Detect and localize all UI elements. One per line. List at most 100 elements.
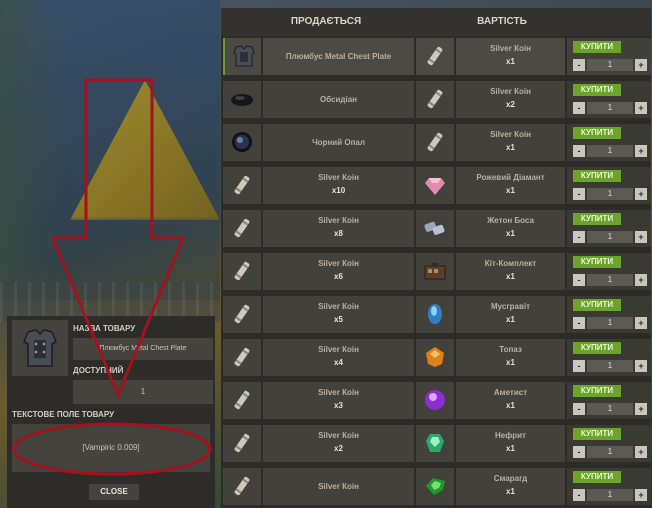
decrease-button[interactable]: - bbox=[573, 489, 585, 501]
purchase-controls: КУПИТИ -1 + bbox=[567, 81, 651, 118]
increase-button[interactable]: + bbox=[635, 59, 647, 71]
decrease-button[interactable]: - bbox=[573, 102, 585, 114]
buy-button[interactable]: КУПИТИ bbox=[573, 428, 621, 440]
store-header: ПРОДАЄТЬСЯ ВАРТІСТЬ bbox=[221, 8, 651, 36]
price-item-name: Рожевий Діамант bbox=[476, 173, 545, 182]
sell-item-cell: Чорний Опал bbox=[263, 124, 414, 161]
silver-coin-icon bbox=[423, 44, 447, 68]
sell-icon-cell bbox=[223, 339, 261, 376]
increase-button[interactable]: + bbox=[635, 360, 647, 372]
increase-button[interactable]: + bbox=[635, 446, 647, 458]
sell-item-cell: Silver Коін x5 bbox=[263, 296, 414, 333]
purchase-controls: КУПИТИ -1 + bbox=[567, 468, 651, 505]
sell-item-name: Silver Коін bbox=[318, 302, 359, 311]
available-field[interactable]: 1 bbox=[73, 380, 213, 404]
buy-button[interactable]: КУПИТИ bbox=[573, 41, 621, 53]
price-item-qty: x1 bbox=[506, 57, 515, 66]
price-icon-cell bbox=[416, 339, 454, 376]
quantity-input[interactable]: 1 bbox=[587, 102, 633, 114]
decrease-button[interactable]: - bbox=[573, 317, 585, 329]
price-item-qty: x1 bbox=[506, 272, 515, 281]
price-item-cell: Нефрит x1 bbox=[456, 425, 565, 462]
sell-item-cell: Silver Коін x3 bbox=[263, 382, 414, 419]
sell-icon-cell bbox=[223, 81, 261, 118]
store-row: Silver Коін x3 Аметист x1 КУПИТИ -1 + bbox=[223, 382, 651, 422]
purchase-controls: КУПИТИ -1 + bbox=[567, 425, 651, 462]
available-label: ДОСТУПНИЙ bbox=[73, 366, 124, 375]
sell-item-cell: Silver Коін bbox=[263, 468, 414, 505]
decrease-button[interactable]: - bbox=[573, 231, 585, 243]
price-item-name: Кіт-Комплект bbox=[484, 259, 537, 268]
price-icon-cell bbox=[416, 38, 454, 75]
increase-button[interactable]: + bbox=[635, 403, 647, 415]
silver-coin-icon bbox=[230, 259, 254, 283]
quantity-input[interactable]: 1 bbox=[587, 446, 633, 458]
close-button[interactable]: CLOSE bbox=[89, 484, 139, 500]
decrease-button[interactable]: - bbox=[573, 145, 585, 157]
sell-item-qty: x4 bbox=[334, 358, 343, 367]
quantity-input[interactable]: 1 bbox=[587, 145, 633, 157]
sell-icon-cell bbox=[223, 468, 261, 505]
sell-item-qty: x10 bbox=[331, 186, 346, 195]
sell-item-qty: x6 bbox=[334, 272, 343, 281]
quantity-input[interactable]: 1 bbox=[587, 188, 633, 200]
price-item-cell: Silver Коін x1 bbox=[456, 124, 565, 161]
buy-button[interactable]: КУПИТИ bbox=[573, 342, 621, 354]
price-item-qty: x1 bbox=[506, 358, 515, 367]
price-item-qty: x1 bbox=[506, 143, 515, 152]
buy-button[interactable]: КУПИТИ bbox=[573, 471, 621, 483]
chest-plate-icon bbox=[23, 329, 57, 367]
store-row: Silver Коін x4 Топаз x1 КУПИТИ -1 + bbox=[223, 339, 651, 379]
quantity-input[interactable]: 1 bbox=[587, 274, 633, 286]
sell-icon-cell bbox=[223, 425, 261, 462]
price-item-cell: Смарагд x1 bbox=[456, 468, 565, 505]
buy-button[interactable]: КУПИТИ bbox=[573, 170, 621, 182]
buy-button[interactable]: КУПИТИ bbox=[573, 213, 621, 225]
buy-button[interactable]: КУПИТИ bbox=[573, 299, 621, 311]
sell-item-qty: x3 bbox=[334, 401, 343, 410]
price-item-cell: Кіт-Комплект x1 bbox=[456, 253, 565, 290]
silver-coin-icon bbox=[230, 216, 254, 240]
quantity-input[interactable]: 1 bbox=[587, 403, 633, 415]
store-row: Silver Коін x2 Нефрит x1 КУПИТИ -1 + bbox=[223, 425, 651, 465]
sell-item-cell: Silver Коін x2 bbox=[263, 425, 414, 462]
purchase-controls: КУПИТИ -1 + bbox=[567, 339, 651, 376]
increase-button[interactable]: + bbox=[635, 274, 647, 286]
quantity-input[interactable]: 1 bbox=[587, 231, 633, 243]
increase-button[interactable]: + bbox=[635, 231, 647, 243]
price-icon-cell bbox=[416, 296, 454, 333]
decrease-button[interactable]: - bbox=[573, 274, 585, 286]
decrease-button[interactable]: - bbox=[573, 360, 585, 372]
increase-button[interactable]: + bbox=[635, 188, 647, 200]
purchase-controls: КУПИТИ -1 + bbox=[567, 124, 651, 161]
decrease-button[interactable]: - bbox=[573, 403, 585, 415]
price-item-name: Silver Коін bbox=[490, 130, 531, 139]
item-thumbnail bbox=[12, 320, 68, 376]
increase-button[interactable]: + bbox=[635, 317, 647, 329]
sell-icon-cell bbox=[223, 296, 261, 333]
increase-button[interactable]: + bbox=[635, 102, 647, 114]
buy-button[interactable]: КУПИТИ bbox=[573, 256, 621, 268]
quantity-input[interactable]: 1 bbox=[587, 360, 633, 372]
price-item-name: Аметист bbox=[493, 388, 528, 397]
item-text-field[interactable]: [Vampiric 0.009] bbox=[12, 424, 210, 472]
buy-button[interactable]: КУПИТИ bbox=[573, 127, 621, 139]
purchase-controls: КУПИТИ -1 + bbox=[567, 296, 651, 333]
header-price: ВАРТІСТЬ bbox=[477, 16, 527, 27]
quantity-input[interactable]: 1 bbox=[587, 59, 633, 71]
price-item-qty: x1 bbox=[506, 487, 515, 496]
increase-button[interactable]: + bbox=[635, 489, 647, 501]
boss-token-icon bbox=[423, 216, 447, 240]
price-item-cell: Жетон Боса x1 bbox=[456, 210, 565, 247]
store-panel: ПРОДАЄТЬСЯ ВАРТІСТЬ Плюмбус Metal Chest … bbox=[221, 8, 651, 508]
purchase-controls: КУПИТИ -1 + bbox=[567, 167, 651, 204]
price-item-name: Silver Коін bbox=[490, 44, 531, 53]
increase-button[interactable]: + bbox=[635, 145, 647, 157]
decrease-button[interactable]: - bbox=[573, 446, 585, 458]
buy-button[interactable]: КУПИТИ bbox=[573, 84, 621, 96]
decrease-button[interactable]: - bbox=[573, 59, 585, 71]
quantity-input[interactable]: 1 bbox=[587, 489, 633, 501]
buy-button[interactable]: КУПИТИ bbox=[573, 385, 621, 397]
quantity-input[interactable]: 1 bbox=[587, 317, 633, 329]
decrease-button[interactable]: - bbox=[573, 188, 585, 200]
